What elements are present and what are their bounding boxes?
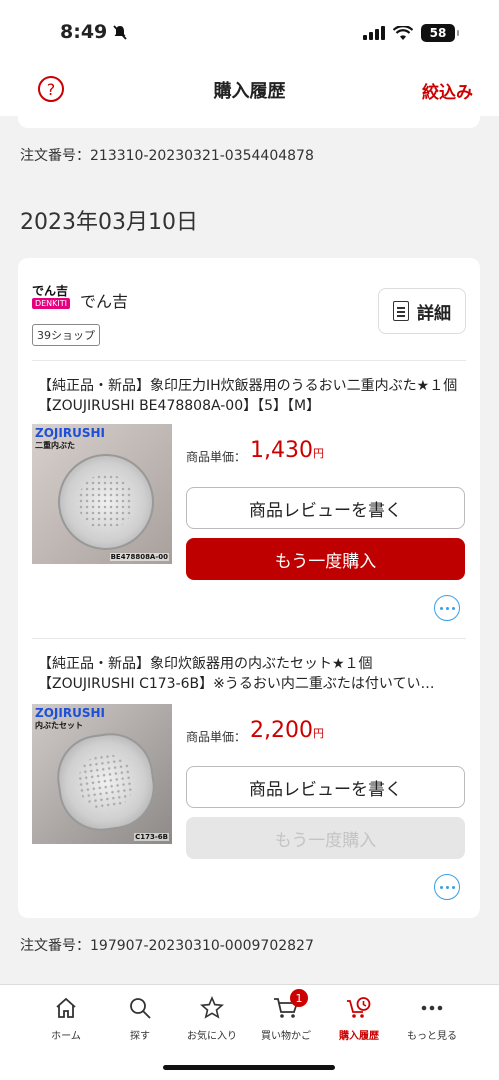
- shop-name[interactable]: でん吉: [80, 288, 128, 312]
- item-title[interactable]: 【純正品・新品】象印圧力IH炊飯器用のうるおい二重内ぶた★１個【ZOUJIRUS…: [38, 376, 464, 416]
- more-icon: [421, 1005, 443, 1011]
- price-label: 商品単価：: [186, 730, 247, 744]
- tab-home[interactable]: ホーム: [31, 993, 101, 1042]
- item-title[interactable]: 【純正品・新品】象印炊飯器用の内ぶたセット★１個【ZOUJIRUSHI C173…: [38, 654, 464, 694]
- buy-again-button-disabled: もう一度購入: [186, 817, 465, 859]
- silent-bell-icon: [113, 25, 127, 40]
- battery-icon: 58: [421, 24, 459, 42]
- status-time: 8:49: [60, 21, 108, 43]
- item-image[interactable]: ZOJIRUSHI 内ぶたセット C173-6B: [32, 704, 172, 844]
- status-indicators: 58: [363, 24, 459, 42]
- more-options-icon[interactable]: [434, 595, 460, 621]
- search-icon: [130, 998, 151, 1019]
- item-price: 1,430円: [250, 438, 324, 463]
- wifi-icon: [393, 25, 413, 40]
- write-review-button[interactable]: 商品レビューを書く: [186, 487, 465, 529]
- detail-button-label: 詳細: [417, 303, 451, 324]
- tab-purchase-history[interactable]: 購入履歴: [324, 993, 394, 1042]
- status-bar: 8:49 58: [0, 0, 499, 62]
- order-card: でん吉 DENKITI でん吉 39ショップ 詳細 【純正品・新品】象印圧力IH…: [18, 258, 480, 918]
- item-price: 2,200円: [250, 718, 324, 743]
- previous-order-number: 注文番号：213310-20230321-0354404878: [20, 148, 314, 164]
- order-number: 注文番号：197907-20230310-0009702827: [20, 938, 314, 954]
- cellular-signal-icon: [363, 26, 385, 40]
- star-icon: [200, 996, 224, 1019]
- filter-button[interactable]: 絞込み: [422, 78, 473, 103]
- tab-more[interactable]: もっと見る: [397, 993, 467, 1042]
- home-icon: [56, 997, 76, 1018]
- shop-logo[interactable]: でん吉 DENKITI: [32, 284, 70, 310]
- detail-button[interactable]: 詳細: [378, 288, 466, 334]
- home-indicator: [163, 1065, 335, 1070]
- buy-again-button[interactable]: もう一度購入: [186, 538, 465, 580]
- more-options-icon[interactable]: [434, 874, 460, 900]
- price-label: 商品単価：: [186, 450, 247, 464]
- divider: [32, 360, 466, 361]
- item-image[interactable]: ZOJIRUSHI 二重内ぶた BE478808A-00: [32, 424, 172, 564]
- order-date-heading: 2023年03月10日: [20, 210, 198, 235]
- shop-tag: 39ショップ: [32, 324, 100, 346]
- tab-favorites[interactable]: お気に入り: [177, 993, 247, 1042]
- divider: [32, 638, 466, 639]
- document-icon: [393, 301, 409, 321]
- previous-order-card: [18, 108, 480, 128]
- cart-badge: 1: [290, 989, 308, 1007]
- tab-cart[interactable]: 1 買い物かご: [251, 989, 321, 1042]
- write-review-button[interactable]: 商品レビューを書く: [186, 766, 465, 808]
- tab-search[interactable]: 探す: [105, 993, 175, 1042]
- purchase-history-icon: [347, 997, 371, 1018]
